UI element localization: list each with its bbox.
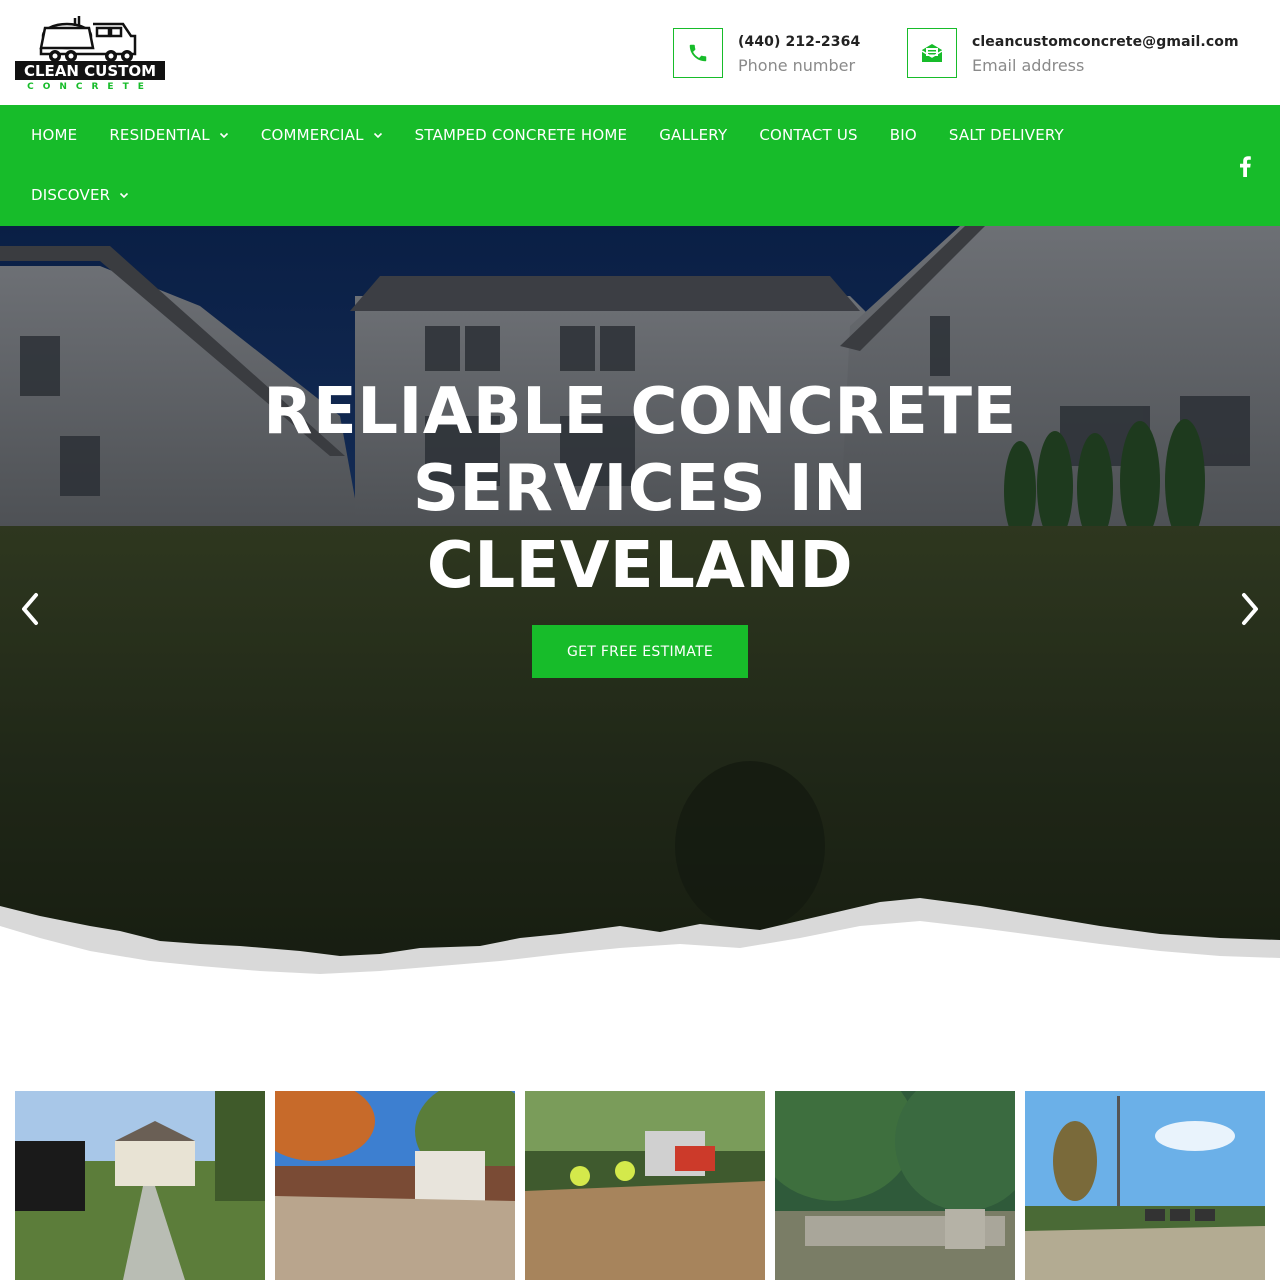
gallery-image-driveway[interactable]	[15, 1091, 265, 1280]
logo-text: CLEAN CUSTOM	[24, 62, 156, 80]
main-nav: HOME RESIDENTIAL COMMERCIAL STAMPED CONC…	[0, 105, 1280, 226]
hero-title-line: RELIABLE CONCRETE	[263, 375, 1017, 449]
chevron-down-icon	[120, 192, 129, 199]
nav-row: DISCOVER	[15, 165, 145, 225]
gallery-image-patio[interactable]	[275, 1091, 515, 1280]
project-gallery	[0, 1091, 1280, 1280]
hero-background-image	[0, 226, 1280, 996]
nav-item-label: COMMERCIAL	[260, 126, 364, 144]
nav-item-label: STAMPED CONCRETE HOME	[414, 126, 628, 144]
gallery-image-stamped-install[interactable]	[525, 1091, 765, 1280]
nav-item-bio[interactable]: BIO	[874, 126, 933, 144]
nav-item-label: RESIDENTIAL	[109, 126, 210, 144]
chevron-down-icon	[219, 132, 228, 139]
chevron-left-icon[interactable]	[18, 591, 42, 627]
nav-item-label: DISCOVER	[31, 186, 111, 204]
gallery-image-retaining-wall[interactable]	[775, 1091, 1015, 1280]
get-free-estimate-button[interactable]: GET FREE ESTIMATE	[532, 625, 748, 678]
email-address[interactable]: cleancustomconcrete@gmail.com	[972, 34, 1239, 50]
nav-item-home[interactable]: HOME	[15, 126, 93, 144]
nav-item-residential[interactable]: RESIDENTIAL	[93, 126, 245, 144]
phone-icon	[673, 28, 723, 78]
email-label: Email address	[972, 56, 1085, 75]
nav-item-gallery[interactable]: GALLERY	[643, 126, 743, 144]
nav-item-stamped-concrete-home[interactable]: STAMPED CONCRETE HOME	[399, 126, 644, 144]
nav-item-discover[interactable]: DISCOVER	[15, 186, 145, 204]
brand-logo[interactable]: CLEAN CUSTOM CONCRETE	[15, 14, 165, 92]
hero-title: RELIABLE CONCRETE SERVICES IN CLEVELAND	[140, 374, 1140, 605]
nav-row: HOME RESIDENTIAL COMMERCIAL STAMPED CONC…	[15, 105, 1080, 165]
nav-item-label: CONTACT US	[759, 126, 858, 144]
phone-number[interactable]: (440) 212-2364	[738, 34, 860, 50]
nav-item-commercial[interactable]: COMMERCIAL	[245, 126, 399, 144]
chevron-down-icon	[373, 132, 382, 139]
logo-subtext: CONCRETE	[27, 82, 153, 92]
email-contact[interactable]: cleancustomconcrete@gmail.com Email addr…	[907, 28, 1239, 78]
hero-title-line: CLEVELAND	[426, 529, 854, 603]
envelope-open-icon	[907, 28, 957, 78]
hero-slider: RELIABLE CONCRETE SERVICES IN CLEVELAND …	[0, 226, 1280, 996]
nav-item-contact-us[interactable]: CONTACT US	[743, 126, 873, 144]
nav-item-label: HOME	[31, 126, 78, 144]
nav-item-label: BIO	[889, 126, 917, 144]
site-header: CLEAN CUSTOM CONCRETE (440) 212-2364 Pho…	[0, 0, 1280, 105]
phone-contact[interactable]: (440) 212-2364 Phone number	[673, 28, 860, 78]
nav-item-salt-delivery[interactable]: SALT DELIVERY	[933, 126, 1080, 144]
hero-title-line: SERVICES IN	[412, 452, 868, 526]
nav-item-label: SALT DELIVERY	[948, 126, 1064, 144]
phone-label: Phone number	[738, 56, 856, 75]
gallery-image-parking-lot[interactable]	[1025, 1091, 1265, 1280]
nav-item-label: GALLERY	[659, 126, 728, 144]
facebook-icon[interactable]	[1238, 155, 1252, 177]
chevron-right-icon[interactable]	[1238, 591, 1262, 627]
